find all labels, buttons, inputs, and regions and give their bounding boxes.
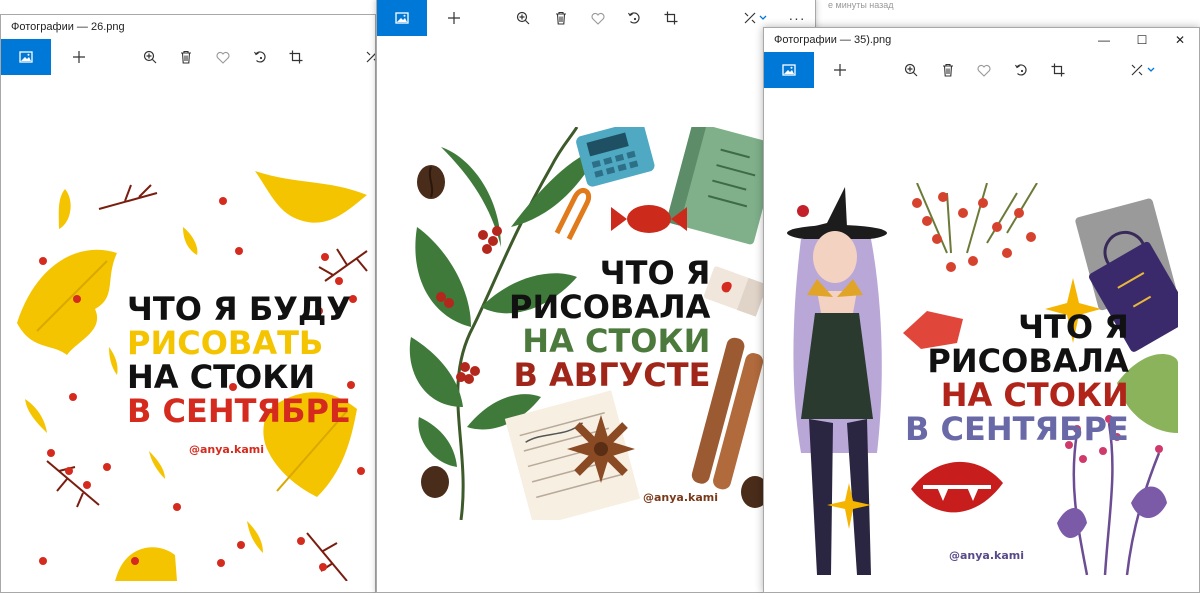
image-canvas[interactable]: ЧТО Я РИСОВАЛА НА СТОКИ В АВГУСТЕ @anya.…	[401, 127, 767, 520]
toolbar: ···	[377, 0, 815, 36]
maximize-button[interactable]: ☐	[1123, 28, 1161, 52]
minimize-button[interactable]: —	[1085, 28, 1123, 52]
crop-icon[interactable]	[285, 39, 307, 75]
close-button[interactable]: ✕	[1161, 28, 1199, 52]
poster-line-1: ЧТО Я БУДУ	[127, 290, 352, 328]
image-canvas[interactable]: ЧТО Я РИСОВАЛА НА СТОКИ В СЕНТЯБРЕ @anya…	[787, 183, 1178, 575]
trash-icon[interactable]	[175, 39, 197, 75]
poster-line-1: ЧТО Я	[599, 254, 711, 292]
poster-line-4: В АВГУСТЕ	[513, 355, 711, 394]
zoom-in-icon[interactable]	[900, 52, 922, 88]
photos-window-26[interactable]: Фотографии — 26.png ЧТО Я БУДУ РИСОВАТЬ …	[0, 14, 376, 593]
poster-line-1: ЧТО Я	[1018, 308, 1129, 346]
poster-line-2: РИСОВАТЬ	[127, 323, 324, 362]
background-status-text: е минуты назад	[828, 0, 894, 10]
crop-icon[interactable]	[660, 0, 682, 36]
plus-icon[interactable]	[443, 0, 465, 36]
heart-icon[interactable]	[212, 39, 234, 75]
chevron-down-icon[interactable]	[1145, 52, 1157, 88]
photos-window-august[interactable]: ··· ЧТО Я РИСОВАЛА НА СТОКИ В АВГУСТЕ @a…	[376, 0, 816, 593]
title-bar[interactable]: Фотографии — 35).png — ☐ ✕	[764, 28, 1199, 52]
heart-icon[interactable]	[973, 52, 995, 88]
edit-icon[interactable]	[361, 39, 375, 75]
poster-line-3: НА СТОКИ	[127, 357, 316, 396]
heart-icon[interactable]	[587, 0, 609, 36]
poster-line-3: НА СТОКИ	[522, 321, 711, 360]
poster-text: ЧТО Я РИСОВАЛА НА СТОКИ В АВГУСТЕ	[509, 254, 711, 394]
photo-icon[interactable]	[377, 0, 427, 36]
title-bar[interactable]: Фотографии — 26.png	[1, 15, 375, 39]
poster-line-2: РИСОВАЛА	[927, 341, 1129, 380]
window-title: Фотографии — 26.png	[11, 21, 125, 33]
plus-icon[interactable]	[68, 39, 90, 75]
rotate-icon[interactable]	[249, 39, 271, 75]
zoom-in-icon[interactable]	[512, 0, 534, 36]
poster-text: ЧТО Я РИСОВАЛА НА СТОКИ В СЕНТЯБРЕ	[905, 308, 1129, 448]
rotate-icon[interactable]	[1010, 52, 1032, 88]
crop-icon[interactable]	[1047, 52, 1069, 88]
poster-line-4: В СЕНТЯБРЕ	[905, 409, 1129, 448]
poster-line-2: РИСОВАЛА	[509, 287, 711, 326]
toolbar	[764, 52, 1199, 88]
zoom-in-icon[interactable]	[139, 39, 161, 75]
poster-handle: @anya.kami	[643, 491, 718, 504]
poster-line-4: В СЕНТЯБРЕ	[127, 391, 351, 430]
photos-window-35[interactable]: Фотографии — 35).png — ☐ ✕ ЧТО Я РИСОВАЛ…	[763, 27, 1200, 593]
poster-handle: @anya.kami	[949, 549, 1024, 562]
rotate-icon[interactable]	[623, 0, 645, 36]
trash-icon[interactable]	[550, 0, 572, 36]
plus-icon[interactable]	[829, 52, 851, 88]
poster-handle: @anya.kami	[189, 443, 264, 456]
trash-icon[interactable]	[937, 52, 959, 88]
photo-icon[interactable]	[764, 52, 814, 88]
window-title: Фотографии — 35).png	[774, 34, 892, 46]
photo-icon[interactable]	[1, 39, 51, 75]
poster-line-3: НА СТОКИ	[940, 375, 1129, 414]
poster-text: ЧТО Я БУДУ РИСОВАТЬ НА СТОКИ В СЕНТЯБРЕ	[127, 290, 352, 430]
toolbar	[1, 39, 375, 75]
image-canvas[interactable]: ЧТО Я БУДУ РИСОВАТЬ НА СТОКИ В СЕНТЯБРЕ …	[7, 171, 375, 581]
